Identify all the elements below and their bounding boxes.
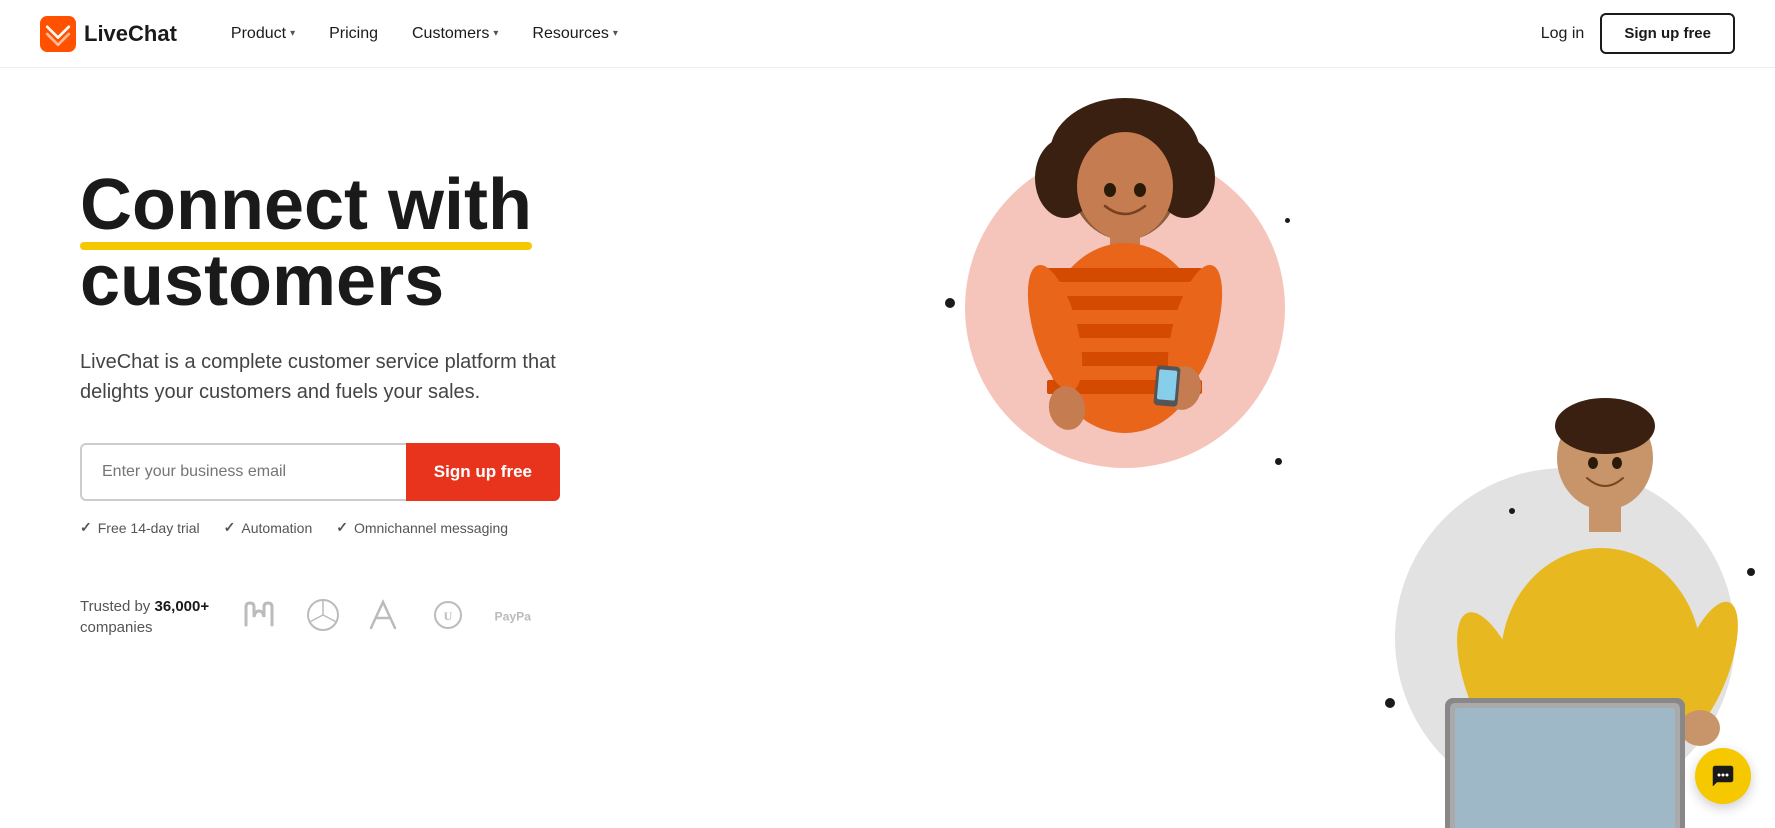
woman-illustration bbox=[955, 98, 1295, 538]
logo-paypal: PayPal bbox=[493, 601, 531, 634]
hero-section: Connect with customers LiveChat is a com… bbox=[0, 68, 1775, 828]
hero-visuals bbox=[875, 68, 1775, 828]
check-icon: ✓ bbox=[224, 519, 236, 536]
nav-links: Product ▾ Pricing Customers ▾ Resources … bbox=[217, 17, 1541, 51]
feature-pills: ✓ Free 14-day trial ✓ Automation ✓ Omnic… bbox=[80, 519, 560, 536]
nav-resources[interactable]: Resources ▾ bbox=[518, 17, 632, 51]
chevron-down-icon: ▾ bbox=[290, 28, 295, 39]
headline-line2: customers bbox=[80, 241, 444, 321]
pink-circle-bg bbox=[965, 148, 1285, 468]
chevron-down-icon: ▾ bbox=[613, 28, 618, 39]
login-button[interactable]: Log in bbox=[1541, 25, 1585, 43]
grey-circle-bg bbox=[1395, 468, 1735, 808]
nav-customers[interactable]: Customers ▾ bbox=[398, 17, 512, 51]
brand-logos: U PayPal bbox=[241, 597, 531, 638]
dot-decoration bbox=[1747, 568, 1755, 576]
check-icon: ✓ bbox=[80, 519, 92, 536]
logo-unilever: U bbox=[431, 598, 465, 637]
nav-right: Log in Sign up free bbox=[1541, 13, 1735, 54]
livechat-logo-icon bbox=[40, 16, 76, 52]
dot-decoration bbox=[1285, 218, 1290, 223]
hero-headline: Connect with customers bbox=[80, 168, 560, 319]
dot-decoration bbox=[1385, 698, 1395, 708]
svg-text:U: U bbox=[444, 609, 453, 623]
email-signup-row: Sign up free bbox=[80, 443, 560, 501]
chat-icon bbox=[1709, 762, 1737, 790]
trusted-text: Trusted by 36,000+ companies bbox=[80, 596, 209, 638]
dot-decoration bbox=[1275, 458, 1282, 465]
svg-text:PayPal: PayPal bbox=[495, 609, 531, 623]
logo-adobe bbox=[369, 598, 403, 637]
feature-omnichannel: ✓ Omnichannel messaging bbox=[336, 519, 508, 536]
feature-automation: ✓ Automation bbox=[224, 519, 313, 536]
logo-mercedes-benz bbox=[305, 597, 341, 638]
hero-subtext: LiveChat is a complete customer service … bbox=[80, 347, 560, 407]
chat-widget-button[interactable] bbox=[1695, 748, 1751, 804]
chevron-down-icon: ▾ bbox=[493, 28, 498, 39]
woman-image-container bbox=[935, 98, 1335, 538]
hero-content: Connect with customers LiveChat is a com… bbox=[80, 128, 560, 638]
trusted-row: Trusted by 36,000+ companies bbox=[80, 596, 560, 638]
check-icon: ✓ bbox=[336, 519, 348, 536]
headline-line1: Connect with bbox=[80, 168, 532, 244]
logo-text: LiveChat bbox=[84, 21, 177, 47]
man-illustration bbox=[1285, 378, 1765, 828]
hero-signup-button[interactable]: Sign up free bbox=[406, 443, 560, 501]
email-input[interactable] bbox=[80, 443, 406, 501]
nav-pricing[interactable]: Pricing bbox=[315, 17, 392, 51]
feature-trial: ✓ Free 14-day trial bbox=[80, 519, 200, 536]
logo-link[interactable]: LiveChat bbox=[40, 16, 177, 52]
dot-decoration bbox=[945, 298, 955, 308]
logo-mcdonalds bbox=[241, 597, 277, 638]
navbar: LiveChat Product ▾ Pricing Customers ▾ R… bbox=[0, 0, 1775, 68]
nav-product[interactable]: Product ▾ bbox=[217, 17, 309, 51]
dot-decoration bbox=[1509, 508, 1515, 514]
nav-signup-button[interactable]: Sign up free bbox=[1600, 13, 1735, 54]
